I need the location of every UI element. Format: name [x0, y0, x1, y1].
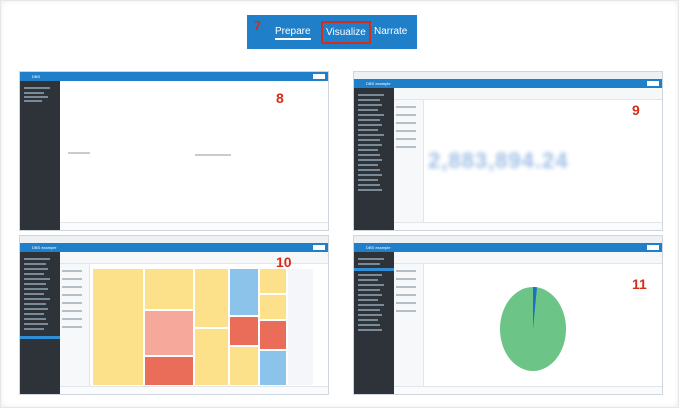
- panel-treemap: DBS example 10: [19, 235, 329, 395]
- tile-metric-value: 2,883,894.24: [428, 148, 569, 173]
- treemap-cell[interactable]: [229, 346, 259, 386]
- grammar-panel: [394, 100, 424, 222]
- app-title: DBS example: [366, 81, 391, 86]
- treemap-cell[interactable]: [144, 310, 194, 356]
- treemap-cell[interactable]: [194, 328, 229, 386]
- header-button[interactable]: [313, 245, 325, 250]
- grammar-panel: [60, 264, 90, 386]
- panel-tile: DBS example 2,883,894.24 9: [353, 71, 663, 231]
- selected-field[interactable]: [20, 336, 60, 339]
- app-title: DBS: [32, 74, 41, 79]
- screenshot-frame: 7 Prepare Visualize Narrate DBS 8 DBS ex…: [0, 0, 679, 408]
- step-number: 9: [632, 102, 640, 118]
- tab-narrate[interactable]: Narrate: [374, 26, 407, 37]
- app-header-bar: DBS: [20, 72, 328, 81]
- treemap-cell[interactable]: [259, 320, 287, 350]
- treemap-cell[interactable]: [229, 316, 259, 346]
- filter-bar: [394, 88, 662, 100]
- app-title: DBS example: [32, 245, 57, 250]
- treemap-cell[interactable]: [287, 268, 314, 386]
- canvas-footer: [394, 222, 662, 230]
- window-title: [354, 236, 662, 243]
- treemap-cell[interactable]: [92, 268, 144, 386]
- step-number: 7: [254, 18, 262, 33]
- canvas-footer: [60, 386, 328, 394]
- app-header-bar: DBS example: [354, 243, 662, 252]
- panel-blank-canvas: DBS 8: [19, 71, 329, 231]
- app-header-bar: DBS example: [354, 79, 662, 88]
- treemap-cell[interactable]: [194, 268, 229, 328]
- treemap-cell[interactable]: [229, 268, 259, 316]
- pie-chart: [500, 286, 566, 371]
- canvas-footer: [394, 386, 662, 394]
- treemap-cell[interactable]: [259, 350, 287, 386]
- top-navigation: 7 Prepare Visualize Narrate: [247, 15, 417, 49]
- treemap-cell[interactable]: [259, 294, 287, 320]
- window-title: [354, 72, 662, 79]
- tab-prepare[interactable]: Prepare: [275, 26, 311, 40]
- treemap-chart: [92, 268, 314, 386]
- treemap-cell[interactable]: [144, 268, 194, 310]
- data-sidebar: [354, 252, 394, 394]
- app-title: DBS example: [366, 245, 391, 250]
- step-number: 8: [276, 90, 284, 106]
- step-number: 10: [276, 254, 292, 270]
- grammar-panel: [394, 264, 424, 386]
- data-sidebar: [20, 252, 60, 394]
- treemap-cell[interactable]: [259, 268, 287, 294]
- data-sidebar: [20, 81, 60, 230]
- data-sidebar: [354, 88, 394, 230]
- canvas-footer: [60, 222, 328, 230]
- treemap-cell[interactable]: [144, 356, 194, 386]
- filter-bar: [394, 252, 662, 264]
- selected-field[interactable]: [354, 268, 394, 271]
- tab-visualize[interactable]: Visualize: [321, 21, 371, 44]
- header-button[interactable]: [647, 245, 659, 250]
- panel-pie-chart: DBS example 11: [353, 235, 663, 395]
- header-button[interactable]: [313, 74, 325, 79]
- window-title: [20, 236, 328, 243]
- header-button[interactable]: [647, 81, 659, 86]
- step-number: 11: [632, 276, 647, 292]
- app-header-bar: DBS example: [20, 243, 328, 252]
